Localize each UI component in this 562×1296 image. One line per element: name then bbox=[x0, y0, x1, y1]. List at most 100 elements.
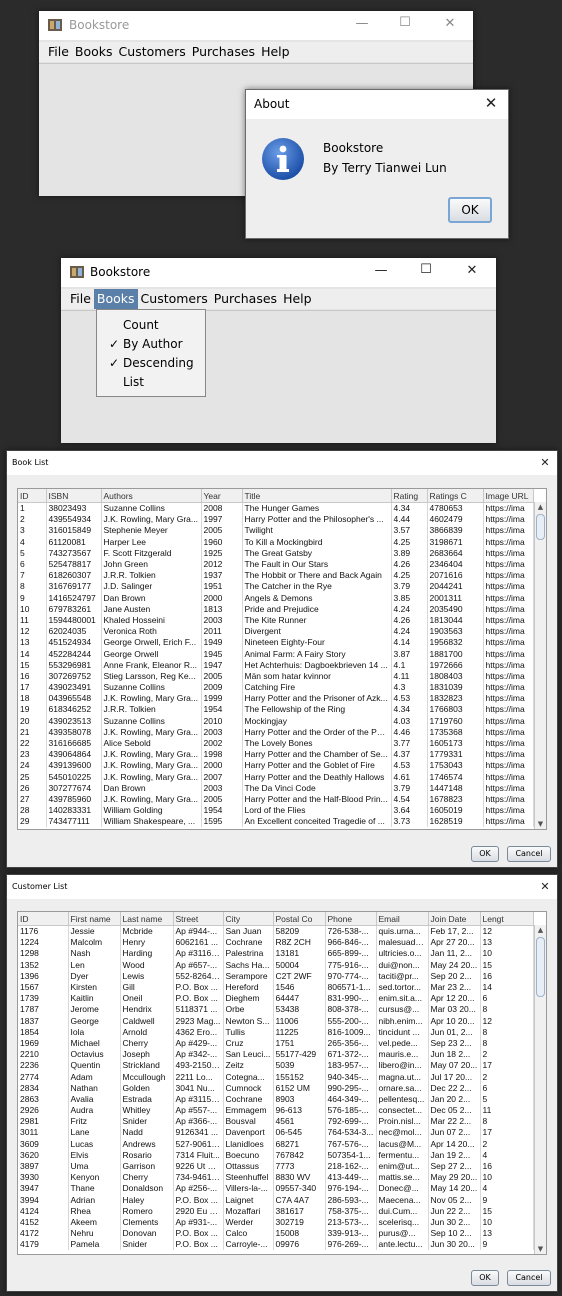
book-cell[interactable]: J.R.R. Tolkien bbox=[101, 704, 202, 716]
book-cell[interactable]: https://ima bbox=[483, 626, 534, 638]
book-cell[interactable]: The Hunger Games bbox=[242, 502, 392, 515]
customer-cell[interactable]: 976-269-... bbox=[325, 1239, 377, 1251]
book-cell[interactable]: William Shakespeare, ... bbox=[101, 816, 202, 828]
customer-cell[interactable]: Cotegna... bbox=[223, 1071, 274, 1083]
customer-cell[interactable]: 7314 Fluit... bbox=[173, 1149, 224, 1161]
book-cell[interactable]: 1447148 bbox=[427, 782, 484, 794]
customer-cell[interactable]: Zeitz bbox=[223, 1060, 274, 1072]
customer-cell[interactable]: Rosario bbox=[120, 1149, 174, 1161]
menu-file[interactable]: File bbox=[67, 289, 94, 309]
customer-cell[interactable]: 15 bbox=[480, 1205, 534, 1217]
customer-cell[interactable]: 17 bbox=[480, 1060, 534, 1072]
customer-cell[interactable]: Pamela bbox=[68, 1239, 121, 1251]
book-cell[interactable]: 439064864 bbox=[46, 749, 102, 761]
customer-cell[interactable]: Oneil bbox=[120, 993, 174, 1005]
book-cell[interactable]: J.K. Rowling, Mary Gra... bbox=[101, 726, 202, 738]
book-cell[interactable]: https://ima bbox=[483, 592, 534, 604]
customer-cell[interactable]: 758-375-... bbox=[325, 1205, 377, 1217]
book-cell[interactable]: J.K. Rowling, Mary Gra... bbox=[101, 514, 202, 526]
customer-cell[interactable]: 9 bbox=[480, 1194, 534, 1206]
close-icon[interactable]: ✕ bbox=[452, 263, 492, 278]
book-cell[interactable]: https://ima bbox=[483, 771, 534, 783]
customer-cell[interactable]: 990-295-... bbox=[325, 1082, 377, 1094]
book-row[interactable]: 13 451524934 George Orwell, Erich F... 1949… bbox=[18, 637, 534, 649]
customer-cell[interactable]: 09976 bbox=[273, 1239, 326, 1251]
minimize-icon[interactable]: — bbox=[342, 16, 382, 31]
customer-cell[interactable]: Malcolm bbox=[68, 937, 121, 949]
customer-cell[interactable]: Sep 10 2... bbox=[428, 1228, 481, 1240]
customer-cell[interactable]: 13 bbox=[480, 937, 534, 949]
book-cell[interactable]: J.R.R. Tolkien bbox=[101, 570, 202, 582]
customer-row[interactable]: 3930 Kenyon Cherry 734-9461 ... Steenhuffel 8… bbox=[18, 1172, 534, 1184]
customer-cell[interactable]: Lane bbox=[68, 1127, 121, 1139]
book-cell[interactable]: https://ima bbox=[483, 603, 534, 615]
book-cell[interactable]: 1808403 bbox=[427, 670, 484, 682]
column-header[interactable]: Last name bbox=[120, 912, 174, 926]
book-cell[interactable]: J.K. Rowling, Mary Gra... bbox=[101, 749, 202, 761]
customer-cell[interactable]: taciti@pr... bbox=[376, 970, 429, 982]
book-row[interactable]: 19 618346252 J.R.R. Tolkien 1954 The Fellows… bbox=[18, 704, 534, 716]
customer-cell[interactable]: 15008 bbox=[273, 1228, 326, 1240]
customer-cell[interactable]: vel.pede... bbox=[376, 1037, 429, 1050]
customer-cell[interactable]: 8830 WV bbox=[273, 1172, 326, 1184]
customer-cell[interactable]: 9 bbox=[480, 1239, 534, 1251]
customer-row[interactable]: 1352 Len Wood Ap #657-... Sachs Ha... 50004 77… bbox=[18, 959, 534, 971]
book-cell[interactable]: 3.73 bbox=[391, 816, 428, 828]
customer-cell[interactable]: P.O. Box ... bbox=[173, 1239, 224, 1251]
customer-row[interactable]: 1176 Jessie Mcbride Ap #944-... San Juan 5820… bbox=[18, 925, 534, 938]
book-cell[interactable]: 3.89 bbox=[391, 547, 428, 559]
book-cell[interactable]: 545010225 bbox=[46, 771, 102, 783]
book-cell[interactable]: 679783261 bbox=[46, 603, 102, 615]
customer-cell[interactable]: Jun 30 2... bbox=[428, 1216, 481, 1229]
book-cell[interactable]: https://ima bbox=[483, 715, 534, 727]
customer-cell[interactable]: 1298 bbox=[18, 948, 69, 960]
book-table[interactable]: ID ISBN Authors Year Title Rating Ratings C Ima… bbox=[18, 489, 534, 828]
book-cell[interactable]: Animal Farm: A Fairy Story bbox=[242, 648, 392, 660]
customer-cell[interactable]: Ap #366-... bbox=[173, 1116, 224, 1128]
book-cell[interactable]: 5 bbox=[18, 547, 47, 559]
customer-cell[interactable]: 6 bbox=[480, 993, 534, 1005]
customer-cell[interactable]: 3609 bbox=[18, 1138, 69, 1150]
book-cell[interactable]: 29 bbox=[18, 816, 47, 828]
book-cell[interactable]: 24 bbox=[18, 760, 47, 772]
book-cell[interactable]: 1997 bbox=[201, 514, 243, 526]
customer-cell[interactable]: Ap #931-... bbox=[173, 1216, 224, 1229]
customer-cell[interactable]: Newton S... bbox=[223, 1015, 274, 1027]
menu-purchases[interactable]: Purchases bbox=[189, 42, 258, 62]
customer-cell[interactable]: Sachs Ha... bbox=[223, 959, 274, 971]
customer-row[interactable]: 1396 Dyer Lewis 552-8264 ... Serampore C2T 2W… bbox=[18, 970, 534, 982]
customer-cell[interactable]: 734-9461 ... bbox=[173, 1172, 224, 1184]
customer-cell[interactable]: Ap #3115-... bbox=[173, 1093, 224, 1105]
book-cell[interactable]: https://ima bbox=[483, 760, 534, 772]
book-cell[interactable]: 7 bbox=[18, 570, 47, 582]
book-cell[interactable]: 140283331 bbox=[46, 805, 102, 817]
column-header[interactable]: Street bbox=[173, 912, 224, 926]
customer-cell[interactable]: May 29 20... bbox=[428, 1172, 481, 1184]
scroll-up-icon[interactable]: ▲ bbox=[535, 502, 546, 512]
book-cell[interactable]: Khaled Hosseini bbox=[101, 614, 202, 627]
customer-cell[interactable]: George bbox=[68, 1015, 121, 1027]
book-cell[interactable]: 4.34 bbox=[391, 502, 428, 515]
customer-cell[interactable]: malesuada... bbox=[376, 937, 429, 949]
customer-cell[interactable]: 1787 bbox=[18, 1004, 69, 1016]
customer-cell[interactable]: 2923 Mag... bbox=[173, 1015, 224, 1027]
column-header[interactable]: First name bbox=[68, 912, 121, 926]
book-cell[interactable]: 2008 bbox=[201, 502, 243, 515]
menu-file[interactable]: File bbox=[45, 42, 72, 62]
book-cell[interactable]: 8 bbox=[18, 581, 47, 593]
customer-cell[interactable]: Henry bbox=[120, 937, 174, 949]
customer-cell[interactable]: 4172 bbox=[18, 1228, 69, 1240]
customer-cell[interactable]: Tullis bbox=[223, 1026, 274, 1038]
column-header[interactable]: Phone bbox=[325, 912, 377, 926]
customer-cell[interactable]: 265-356-... bbox=[325, 1037, 377, 1050]
customer-cell[interactable]: 96-613 bbox=[273, 1105, 326, 1117]
book-cell[interactable]: 1954 bbox=[201, 704, 243, 716]
customer-cell[interactable]: 2981 bbox=[18, 1116, 69, 1128]
customer-cell[interactable]: 2 bbox=[480, 1071, 534, 1083]
book-cell[interactable]: 2071616 bbox=[427, 570, 484, 582]
customer-cell[interactable]: 53438 bbox=[273, 1004, 326, 1016]
book-cell[interactable]: 3.79 bbox=[391, 782, 428, 794]
book-cell[interactable]: 618260307 bbox=[46, 570, 102, 582]
book-cell[interactable]: Harry Potter and the Prisoner of Azk... bbox=[242, 693, 392, 705]
customer-cell[interactable]: 155152 bbox=[273, 1071, 326, 1083]
